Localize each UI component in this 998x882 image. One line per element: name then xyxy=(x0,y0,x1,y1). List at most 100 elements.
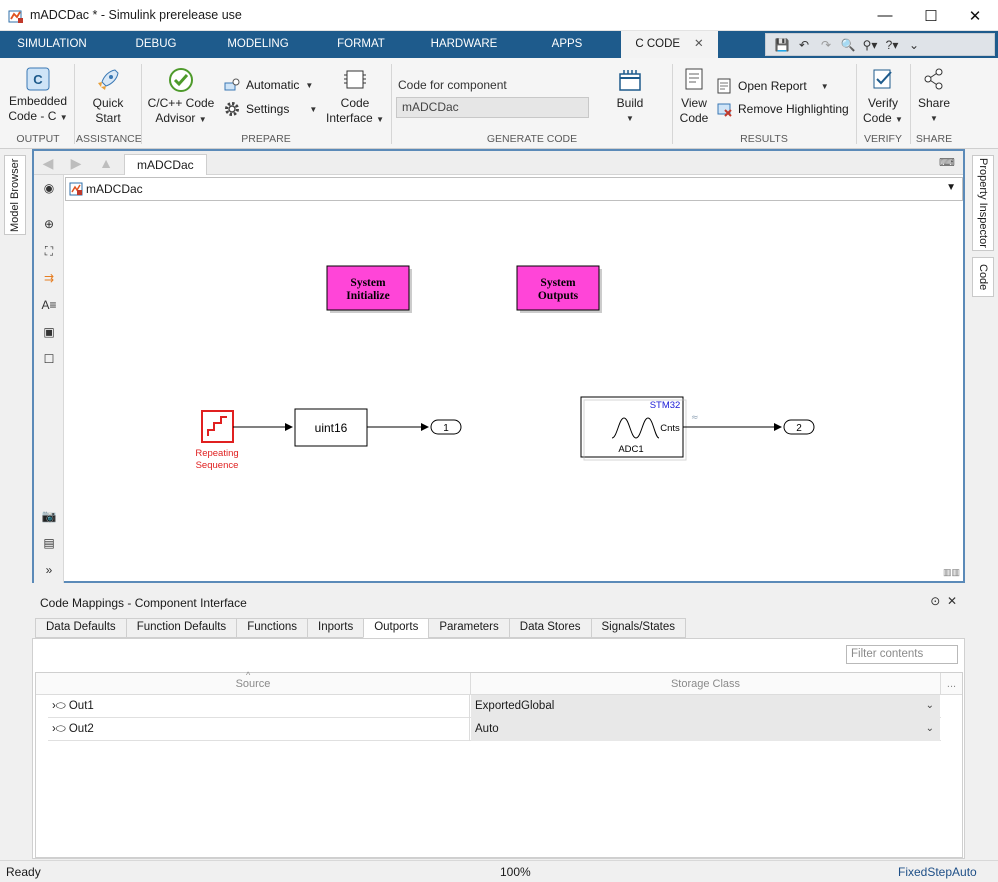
address-bar[interactable]: mADCDac ▼ xyxy=(65,177,963,201)
tab-functions[interactable]: Functions xyxy=(236,618,308,638)
repeating-sequence-block[interactable]: Repeating Sequence xyxy=(195,410,239,471)
data-type-conversion-block[interactable]: uint16 xyxy=(294,408,368,447)
section-assistance: ASSISTANCE xyxy=(76,133,142,145)
component-field[interactable]: mADCDac xyxy=(396,97,589,118)
undo-icon[interactable]: ↶ xyxy=(794,36,814,54)
close-tab-icon[interactable]: ✕ xyxy=(694,38,704,50)
back-arrow-icon[interactable]: ◀ xyxy=(40,155,56,171)
camera-icon[interactable]: 📷 xyxy=(40,507,58,525)
adc1-block[interactable]: STM32 Cnts ADC1 xyxy=(580,396,687,461)
code-mappings-panel: Code Mappings - Component Interface ⊙ ✕ … xyxy=(32,588,965,859)
divider xyxy=(672,64,673,144)
system-outputs-block[interactable]: System Outputs xyxy=(516,265,602,313)
table-row[interactable]: ›⬭ Out1 ExportedGlobal ⌄ xyxy=(48,695,941,718)
more-columns-button[interactable]: ... xyxy=(941,673,962,695)
chevron-down-icon: ▼ xyxy=(59,113,68,122)
tab-apps[interactable]: APPS xyxy=(538,31,596,58)
tab-c-code[interactable]: C CODE ✕ xyxy=(621,31,718,58)
model-editor: ◀ ▶ ▲ mADCDac ⌨ ◉ ⊕ ⛶ ⇉ A≡ ▣ ☐ 📷 ▤ » mAD… xyxy=(32,149,965,583)
pin-icon[interactable]: ⚲▾ xyxy=(860,36,880,54)
mapping-body: Filter contents ^ Source Storage Class .… xyxy=(32,638,965,859)
tab-function-defaults[interactable]: Function Defaults xyxy=(125,618,237,638)
maximize-button[interactable]: ☐ xyxy=(908,0,954,31)
annotation-icon[interactable]: A≡ xyxy=(40,296,58,314)
tab-inports[interactable]: Inports xyxy=(307,618,364,638)
source-cell: ›⬭ Out2 xyxy=(48,718,470,741)
tab-outports[interactable]: Outports xyxy=(363,618,429,638)
view-code-label-1: View xyxy=(681,96,707,110)
model-tab[interactable]: mADCDac xyxy=(124,154,207,175)
tab-signals-states[interactable]: Signals/States xyxy=(590,618,687,638)
code-tab[interactable]: Code xyxy=(972,257,994,297)
zoom-icon[interactable]: ⊕ xyxy=(40,215,58,233)
storage-class-column-header[interactable]: Storage Class xyxy=(471,673,941,695)
outport-1-block[interactable]: 1 xyxy=(430,419,462,435)
expand-palette-icon[interactable]: » xyxy=(40,561,58,579)
automatic-dropdown[interactable]: Automatic ▼ xyxy=(224,78,313,92)
redo-icon[interactable]: ↷ xyxy=(816,36,836,54)
hide-show-explorer-icon[interactable]: ◉ xyxy=(40,179,58,197)
view-code-button[interactable]: View Code xyxy=(676,67,712,126)
chevron-down-icon: ▼ xyxy=(309,104,318,114)
tab-simulation[interactable]: SIMULATION xyxy=(8,31,96,58)
property-inspector-tab[interactable]: Property Inspector xyxy=(972,155,994,251)
panel-menu-icon[interactable]: ⊙ xyxy=(930,594,940,608)
divider xyxy=(391,64,392,144)
close-panel-icon[interactable]: ✕ xyxy=(947,594,957,608)
image-icon[interactable]: ▣ xyxy=(40,323,58,341)
tab-parameters[interactable]: Parameters xyxy=(428,618,509,638)
tab-hardware[interactable]: HARDWARE xyxy=(420,31,508,58)
library-icon[interactable]: ▤ xyxy=(40,534,58,552)
code-for-component-label: Code for component xyxy=(398,78,507,92)
tab-modeling[interactable]: MODELING xyxy=(216,31,300,58)
signal-arrow-icon[interactable]: ⇉ xyxy=(40,269,58,287)
share-button[interactable]: Share ▼ xyxy=(914,67,954,126)
outport-2-block[interactable]: 2 xyxy=(783,419,815,435)
system-initialize-block[interactable]: System Initialize xyxy=(326,265,412,313)
divider xyxy=(910,64,911,144)
help-icon[interactable]: ?▾ xyxy=(882,36,902,54)
collapse-toolstrip-icon[interactable]: ⌄ xyxy=(904,36,924,54)
code-advisor-button[interactable]: C/C++ Code Advisor ▼ xyxy=(146,67,216,127)
tab-debug[interactable]: DEBUG xyxy=(120,31,192,58)
source-out2: Out2 xyxy=(68,723,94,735)
storage-class-select[interactable]: ExportedGlobal ⌄ xyxy=(471,695,940,718)
editor-nav-bar: ◀ ▶ ▲ mADCDac ⌨ xyxy=(34,151,963,175)
solver-link[interactable]: FixedStepAuto xyxy=(898,865,977,879)
forward-arrow-icon[interactable]: ▶ xyxy=(68,155,84,171)
model-browser-tab[interactable]: Model Browser xyxy=(4,155,26,235)
tool-palette: ◉ ⊕ ⛶ ⇉ A≡ ▣ ☐ 📷 ▤ » xyxy=(34,175,64,583)
search-icon[interactable]: 🔍 xyxy=(838,36,858,54)
chevron-down-icon[interactable]: ▼ xyxy=(946,182,956,193)
remove-highlighting-button[interactable]: Remove Highlighting xyxy=(716,101,849,117)
verify-code-button[interactable]: Verify Code ▼ xyxy=(860,67,906,127)
close-window-button[interactable]: ✕ xyxy=(952,0,998,31)
source-column-header[interactable]: ^ Source xyxy=(36,670,471,695)
rocket-icon xyxy=(98,69,119,90)
tab-format[interactable]: FORMAT xyxy=(326,31,396,58)
keyboard-icon[interactable]: ⌨ xyxy=(937,155,957,171)
open-report-dropdown[interactable]: Open Report ▼ xyxy=(716,78,829,94)
storage-class-select[interactable]: Auto ⌄ xyxy=(471,718,940,741)
up-arrow-icon[interactable]: ▲ xyxy=(98,155,114,171)
section-results: RESULTS xyxy=(740,133,788,145)
chevron-down-icon: ▼ xyxy=(820,81,829,91)
outport-icon: ›⬭ xyxy=(52,723,66,735)
minimize-button[interactable]: — xyxy=(862,0,908,31)
tab-data-defaults[interactable]: Data Defaults xyxy=(35,618,126,638)
diagram-canvas[interactable]: System Initialize System Outputs Repeati… xyxy=(65,202,963,581)
settings-dropdown[interactable]: Settings ▼ xyxy=(224,101,317,117)
filter-input[interactable]: Filter contents xyxy=(846,645,958,664)
section-verify: VERIFY xyxy=(864,133,902,145)
resize-grip-icon[interactable]: ▥▥ xyxy=(943,567,961,579)
code-interface-button[interactable]: Code Interface ▼ xyxy=(322,67,388,127)
save-icon[interactable]: 💾 xyxy=(772,36,792,54)
fit-to-view-icon[interactable]: ⛶ xyxy=(40,242,58,260)
tab-data-stores[interactable]: Data Stores xyxy=(508,618,591,638)
area-icon[interactable]: ☐ xyxy=(40,350,58,368)
share-icon xyxy=(924,68,943,90)
table-row[interactable]: ›⬭ Out2 Auto ⌄ xyxy=(48,718,941,741)
quick-start-button[interactable]: Quick Start xyxy=(80,67,136,126)
build-button[interactable]: Build ▼ xyxy=(604,67,656,126)
embedded-code-button[interactable]: C Embedded Code - C ▼ xyxy=(6,67,70,125)
